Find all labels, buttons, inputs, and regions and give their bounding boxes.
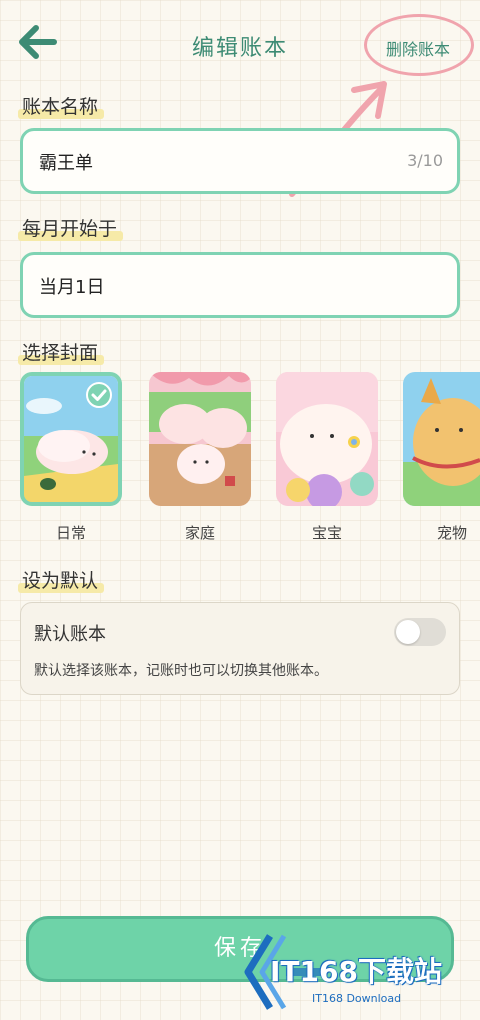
cover-pet-label: 宠物 (437, 524, 468, 542)
cover-daily-label: 日常 (55, 524, 86, 542)
cover-daily[interactable] (20, 372, 122, 506)
cover-baby[interactable] (276, 372, 378, 506)
cover-family-label: 家庭 (184, 524, 215, 542)
cover-baby-label: 宝宝 (311, 524, 342, 542)
book-name-input[interactable]: 霸王单 3/10 (20, 128, 460, 194)
selected-check-icon (86, 382, 112, 408)
book-name-value: 霸王单 (39, 153, 93, 174)
default-book-title: 默认账本 (34, 624, 106, 645)
cover-pet-image (403, 372, 480, 506)
toggle-knob (396, 620, 420, 644)
default-card (20, 602, 460, 695)
default-label: 设为默认 (17, 566, 105, 593)
month-start-select[interactable]: 当月1日 (20, 252, 460, 318)
cover-pet[interactable] (403, 372, 480, 506)
watermark-subtext: IT168 Download (312, 992, 402, 1005)
cover-family[interactable] (149, 372, 251, 506)
default-book-toggle[interactable] (394, 618, 446, 646)
watermark-text: IT168下载站 (270, 955, 442, 988)
cover-family-image (149, 372, 251, 506)
cover-label: 选择封面 (17, 338, 105, 365)
default-book-description: 默认选择该账本，记账时也可以切换其他账本。 (34, 663, 328, 679)
book-name-label: 账本名称 (17, 92, 105, 119)
annotation-ellipse (364, 14, 474, 76)
month-start-label: 每月开始于 (17, 214, 124, 241)
cover-baby-image (276, 372, 378, 506)
month-start-value: 当月1日 (39, 277, 105, 298)
char-counter: 3/10 (407, 151, 443, 170)
